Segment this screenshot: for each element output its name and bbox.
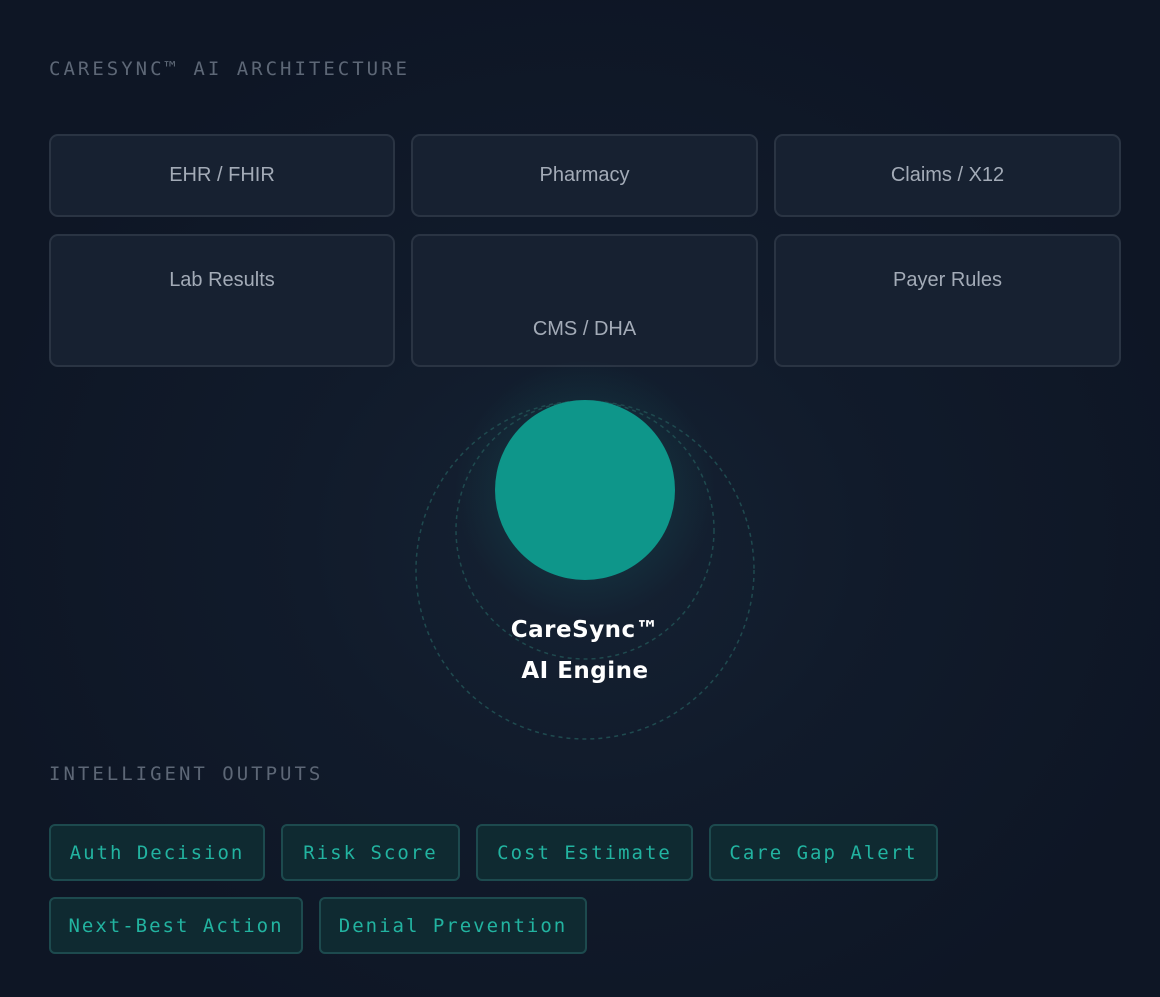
- output-risk-score: Risk Score: [281, 824, 460, 881]
- output-label: Risk Score: [303, 841, 438, 864]
- output-care-gap-alert: Care Gap Alert: [709, 824, 938, 881]
- output-denial-prevention: Denial Prevention: [319, 897, 587, 954]
- output-next-best-action: Next-Best Action: [49, 897, 303, 954]
- output-label: Auth Decision: [69, 841, 245, 864]
- output-label: Next-Best Action: [68, 914, 284, 937]
- outputs-title: INTELLIGENT OUTPUTS: [49, 763, 324, 785]
- output-label: Denial Prevention: [338, 914, 568, 937]
- engine-core: [495, 400, 675, 580]
- output-label: Care Gap Alert: [729, 841, 918, 864]
- output-cost-estimate: Cost Estimate: [476, 824, 693, 881]
- engine-title-line1: CareSync™: [510, 617, 660, 643]
- engine-title-line2: AI Engine: [521, 658, 649, 684]
- output-auth-decision: Auth Decision: [49, 824, 265, 881]
- output-label: Cost Estimate: [497, 841, 672, 864]
